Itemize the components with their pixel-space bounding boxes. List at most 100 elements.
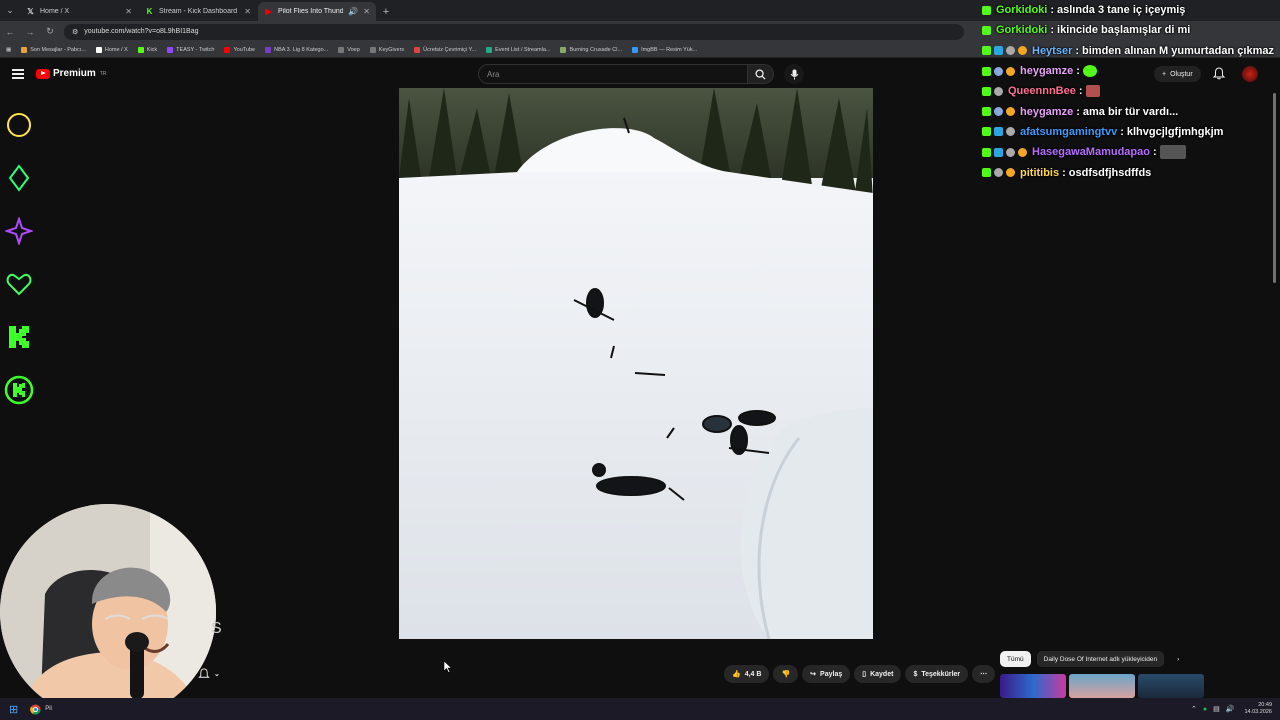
emote-icon	[1082, 65, 1097, 78]
bookmark-item[interactable]: Voep	[338, 46, 360, 53]
tab-home-x[interactable]: 𝕏 Home / X ✕	[20, 2, 138, 21]
reload-icon[interactable]: ↻	[44, 26, 56, 37]
youtube-logo[interactable]: Premium TR	[36, 68, 106, 79]
kick-badge-icon	[982, 107, 991, 117]
search-icon	[755, 68, 766, 80]
chip-uploader[interactable]: Daily Dose Of Internet adlı yükleyiciden	[1036, 651, 1165, 667]
like-button[interactable]: 👍 4,4 B	[724, 665, 770, 683]
speaker-icon[interactable]: 🔊	[348, 7, 358, 16]
more-actions-button[interactable]: ⋯	[972, 665, 996, 683]
thanks-icon: $	[913, 670, 918, 678]
chat-text: ikincide başlamışlar di mi	[1057, 24, 1191, 37]
chat-username: Gorkidoki	[996, 4, 1048, 17]
subscriber-badge-icon	[1006, 46, 1015, 56]
chat-username: Gorkidoki	[996, 24, 1048, 37]
tab-search-icon[interactable]: ⌄	[0, 0, 20, 21]
x-icon: 𝕏	[27, 7, 34, 16]
emote-icon	[1159, 145, 1186, 160]
bookmark-label: ImgBB — Resim Yük...	[641, 46, 698, 53]
folder-icon	[369, 46, 376, 53]
windows-taskbar: ⊞ Pil ⌃ ● ▤ 🔊 20:49 14.03.2026	[0, 698, 1280, 720]
tab-label: Stream - Kick Dashboard	[159, 8, 238, 15]
chat-username: QueennnBee	[1008, 85, 1076, 98]
video-thumbnail[interactable]	[1000, 674, 1066, 698]
windows-start-icon[interactable]: ⊞	[9, 703, 18, 716]
webcam-overlay	[0, 504, 216, 720]
chat-message: heygamze:	[982, 61, 1280, 81]
network-icon[interactable]: ▤	[1213, 705, 1220, 713]
bookmark-label: Ücretsiz Çevrimiçi Y...	[423, 46, 477, 53]
kick-badge-icon	[982, 168, 991, 178]
video-actions: 👍 4,4 B 👎 ↪ Paylaş ▯ Kaydet $ Teşekkürler ⋯	[724, 664, 996, 684]
share-button[interactable]: ↪ Paylaş	[802, 665, 851, 683]
gift-badge-icon	[1006, 168, 1015, 178]
chat-username: heygamze	[1020, 65, 1074, 78]
apps-icon[interactable]: ▦	[6, 47, 11, 53]
bookmark-item[interactable]: NBA 3. Lig 8 Katego...	[265, 46, 329, 53]
new-tab-button[interactable]: +	[377, 2, 395, 21]
forward-icon[interactable]: →	[24, 27, 36, 37]
dislike-button[interactable]: 👎	[773, 665, 799, 683]
bookmark-item[interactable]: TEASY - Twitch	[167, 46, 214, 53]
back-icon[interactable]: ←	[4, 27, 16, 37]
chat-username: pititibis	[1020, 166, 1060, 179]
streamer-webcam-image	[0, 504, 216, 720]
chip-all[interactable]: Tümü	[1000, 651, 1031, 667]
subscriber-badge-icon	[1006, 147, 1015, 157]
gift-badge-icon	[1018, 46, 1027, 56]
bookmark-item[interactable]: Son Mesajlar - Pabcı...	[21, 46, 86, 53]
close-tab-icon[interactable]: ✕	[125, 7, 132, 16]
recommendation-chips: Tümü Daily Dose Of Internet adlı yükleyi…	[1000, 651, 1186, 667]
bookmark-icon	[265, 46, 272, 53]
volume-icon[interactable]: 🔊	[1226, 705, 1235, 713]
rocket-badge-icon	[994, 66, 1003, 76]
bookmark-item[interactable]: Event List / Streamla...	[486, 46, 550, 53]
search-input[interactable]: Ara	[478, 64, 748, 84]
stream-overlay-icons	[4, 110, 34, 428]
taskbar-clock[interactable]: 20:49 14.03.2026	[1244, 702, 1272, 716]
bookmark-item[interactable]: Ücretsiz Çevrimiçi Y...	[414, 46, 477, 53]
video-thumbnail[interactable]	[1138, 674, 1204, 698]
close-tab-icon[interactable]: ✕	[363, 7, 370, 16]
circle-icon	[4, 110, 34, 140]
page-scrollbar[interactable]	[1272, 88, 1277, 688]
search-button[interactable]	[748, 64, 774, 84]
bookmark-label: NBA 3. Lig 8 Katego...	[274, 46, 329, 53]
chevron-down-icon: ⌄	[214, 671, 220, 678]
bookmark-icon	[21, 46, 28, 53]
notification-bell-dropdown[interactable]: ⌄	[198, 664, 220, 684]
bookmark-item[interactable]: Burning Crusade Cl...	[560, 46, 623, 53]
bookmark-label: YouTube	[233, 46, 256, 53]
taskbar-chrome-app[interactable]: Pil	[30, 703, 52, 715]
clock-time: 20:49	[1258, 702, 1272, 708]
spotify-icon[interactable]: ●	[1203, 706, 1207, 713]
site-info-icon[interactable]: ⚙	[72, 28, 78, 36]
bookmark-item[interactable]: Home / X	[95, 46, 128, 53]
partial-text: S	[211, 620, 222, 637]
voice-search-button[interactable]	[784, 64, 804, 84]
chevron-right-icon[interactable]: ›	[1170, 651, 1186, 667]
bookmark-icon	[632, 46, 639, 53]
heart-icon	[4, 269, 34, 299]
logo-text: Premium	[53, 68, 96, 79]
save-button[interactable]: ▯ Kaydet	[854, 665, 902, 683]
recommendation-thumbnails	[1000, 674, 1204, 698]
bookmark-item[interactable]: Kick	[137, 46, 157, 53]
close-tab-icon[interactable]: ✕	[244, 7, 251, 16]
bookmark-item[interactable]: KeyGivers	[369, 46, 404, 53]
thanks-button[interactable]: $ Teşekkürler	[905, 665, 969, 683]
tab-kick-dashboard[interactable]: K Stream - Kick Dashboard ✕	[139, 2, 257, 21]
tab-youtube-video[interactable]: ▶ Pilot Flies Into Thunderstor 🔊 ✕	[258, 2, 376, 21]
bookmark-item[interactable]: YouTube	[224, 46, 256, 53]
video-player[interactable]	[399, 88, 873, 639]
bookmark-item[interactable]: ImgBB — Resim Yük...	[632, 46, 698, 53]
chat-message: Heytser: bimden alınan M yumurtadan çıkma…	[982, 41, 1280, 61]
url-field[interactable]: ⚙ youtube.com/watch?v=o8L9hBI1Bag	[64, 23, 964, 40]
menu-icon[interactable]	[12, 69, 24, 79]
gift-badge-icon	[1006, 66, 1015, 76]
chevron-up-icon[interactable]: ⌃	[1191, 705, 1197, 713]
chat-text: klhvgcjlgfjmhgkjm	[1126, 125, 1224, 138]
bookmark-label: Burning Crusade Cl...	[569, 46, 623, 53]
chat-text: bimden alınan M yumurtadan çıkmaz	[1082, 44, 1274, 57]
video-thumbnail[interactable]	[1069, 674, 1135, 698]
